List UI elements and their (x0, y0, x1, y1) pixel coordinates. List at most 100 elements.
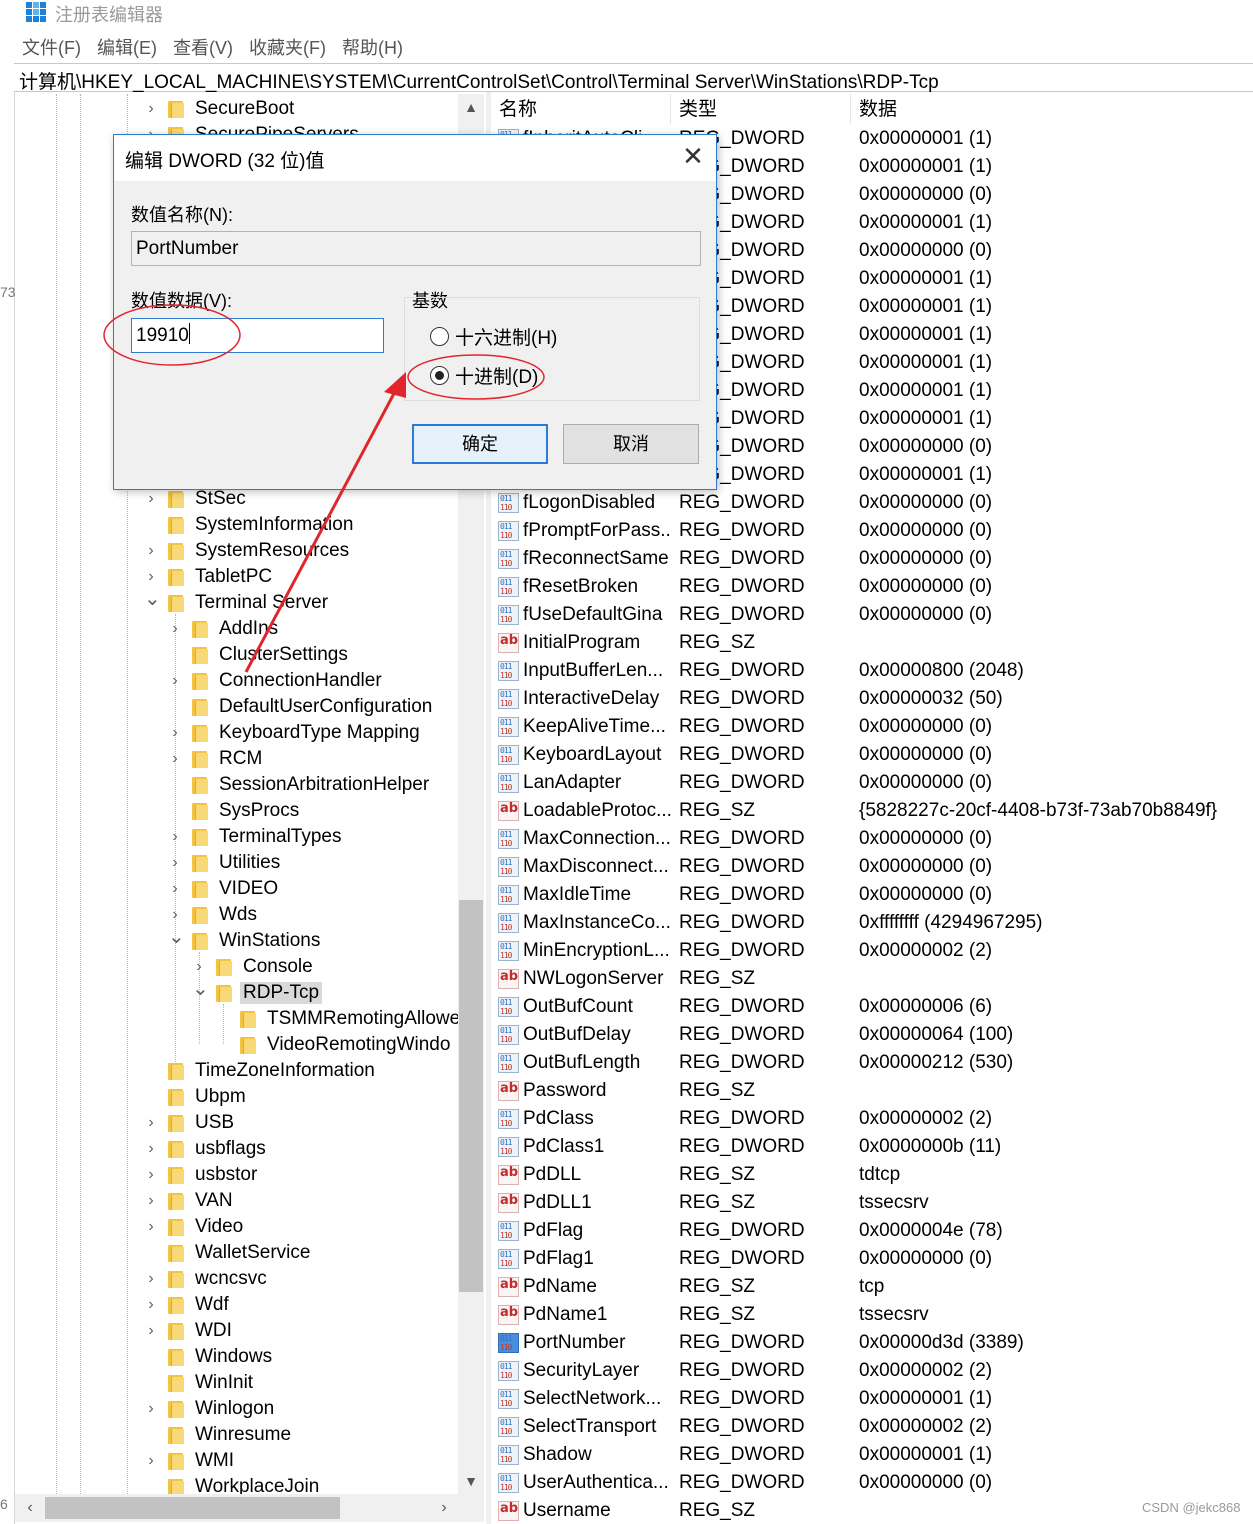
list-item[interactable]: NWLogonServer REG_SZ (491, 965, 1253, 993)
list-item[interactable]: SelectTransport REG_DWORD 0x00000002 (2) (491, 1413, 1253, 1441)
column-header-type[interactable]: 类型 (671, 94, 851, 124)
tree-item[interactable]: ›TSMMRemotingAllowe (216, 1006, 458, 1032)
tree-item[interactable]: ›ClusterSettings (168, 642, 351, 668)
list-item[interactable]: fPromptForPass... REG_DWORD 0x00000000 (0) (491, 517, 1253, 545)
address-path[interactable]: 计算机\HKEY_LOCAL_MACHINE\SYSTEM\CurrentCon… (19, 67, 939, 94)
tree-item[interactable]: › KeyboardType Mapping (168, 720, 423, 746)
list-item[interactable]: PdDLL REG_SZ tdtcp (491, 1161, 1253, 1189)
list-item[interactable]: MaxIdleTime REG_DWORD 0x00000000 (0) (491, 881, 1253, 909)
tree-item[interactable]: › SecureBoot (144, 96, 297, 122)
cancel-button[interactable]: 取消 (563, 424, 699, 464)
chevron-right-icon[interactable]: › (144, 1297, 158, 1313)
tree-item[interactable]: › ConnectionHandler (168, 668, 385, 694)
tree-item[interactable]: › Console (192, 954, 316, 980)
scroll-left-icon[interactable]: ‹ (17, 1494, 43, 1522)
address-bar[interactable]: 计算机\HKEY_LOCAL_MACHINE\SYSTEM\CurrentCon… (14, 63, 1253, 94)
tree-item[interactable]: ›Windows (144, 1344, 275, 1370)
chevron-right-icon[interactable]: › (144, 491, 158, 507)
list-item[interactable]: UserAuthentica... REG_DWORD 0x00000000 (0) (491, 1469, 1253, 1497)
tree-item[interactable]: › Wds (168, 902, 260, 928)
chevron-right-icon[interactable]: › (144, 1219, 158, 1235)
list-item[interactable]: Password REG_SZ (491, 1077, 1253, 1105)
tree-item[interactable]: ›Winresume (144, 1422, 294, 1448)
chevron-right-icon[interactable]: › (168, 855, 182, 871)
tree-item[interactable]: ⌄ RDP-Tcp (192, 979, 323, 1006)
tree-item[interactable]: › TerminalTypes (168, 824, 345, 850)
list-item[interactable]: InitialProgram REG_SZ (491, 629, 1253, 657)
close-icon[interactable]: ✕ (680, 143, 706, 169)
tree-item[interactable]: › wcncsvc (144, 1266, 270, 1292)
radio-dec-circle[interactable] (430, 366, 449, 385)
chevron-right-icon[interactable]: › (144, 1271, 158, 1287)
list-item[interactable]: SelectNetwork... REG_DWORD 0x00000001 (1) (491, 1385, 1253, 1413)
radio-hex-circle[interactable] (430, 327, 449, 346)
tree-item[interactable]: ›TimeZoneInformation (144, 1058, 378, 1084)
list-item[interactable]: Shadow REG_DWORD 0x00000001 (1) (491, 1441, 1253, 1469)
list-item[interactable]: PdClass REG_DWORD 0x00000002 (2) (491, 1105, 1253, 1133)
list-item[interactable]: PdFlag REG_DWORD 0x0000004e (78) (491, 1217, 1253, 1245)
chevron-right-icon[interactable]: › (144, 1401, 158, 1417)
list-item[interactable]: fResetBroken REG_DWORD 0x00000000 (0) (491, 573, 1253, 601)
radio-hexadecimal[interactable]: 十六进制(H) (430, 323, 557, 350)
tree-item[interactable]: ›WorkplaceJoin (144, 1474, 322, 1494)
chevron-down-icon[interactable]: ⌄ (192, 979, 209, 1000)
tree-item[interactable]: ⌄ Terminal Server (144, 589, 331, 616)
chevron-right-icon[interactable]: › (168, 829, 182, 845)
menu-file[interactable]: 文件(F) (14, 34, 89, 62)
tree-item[interactable]: ›WinInit (144, 1370, 256, 1396)
list-item[interactable]: OutBufDelay REG_DWORD 0x00000064 (100) (491, 1021, 1253, 1049)
value-name-field[interactable]: PortNumber (131, 231, 701, 266)
tree-item[interactable]: › RCM (168, 746, 265, 772)
tree-item[interactable]: › Wdf (144, 1292, 232, 1318)
scroll-up-icon[interactable]: ▲ (458, 94, 484, 120)
tree-horizontal-scrollbar[interactable]: ‹ › (15, 1494, 484, 1522)
ok-button[interactable]: 确定 (412, 424, 548, 464)
chevron-right-icon[interactable]: › (168, 907, 182, 923)
chevron-right-icon[interactable]: › (144, 1323, 158, 1339)
chevron-right-icon[interactable]: › (144, 101, 158, 117)
list-item[interactable]: fLogonDisabled REG_DWORD 0x00000000 (0) (491, 489, 1253, 517)
tree-item[interactable]: ⌄ WinStations (168, 927, 323, 954)
menu-help[interactable]: 帮助(H) (334, 34, 411, 62)
tree-item[interactable]: › WMI (144, 1448, 237, 1474)
chevron-right-icon[interactable]: › (144, 1167, 158, 1183)
chevron-right-icon[interactable]: › (168, 621, 182, 637)
list-item[interactable]: PdClass1 REG_DWORD 0x0000000b (11) (491, 1133, 1253, 1161)
list-item[interactable]: Username REG_SZ (491, 1497, 1253, 1524)
tree-item[interactable]: ›SystemInformation (144, 512, 356, 538)
tree-item[interactable]: ›Ubpm (144, 1084, 249, 1110)
chevron-right-icon[interactable]: › (168, 881, 182, 897)
list-item[interactable]: PdFlag1 REG_DWORD 0x00000000 (0) (491, 1245, 1253, 1273)
chevron-right-icon[interactable]: › (144, 569, 158, 585)
list-item[interactable]: OutBufLength REG_DWORD 0x00000212 (530) (491, 1049, 1253, 1077)
list-item[interactable]: PdDLL1 REG_SZ tssecsrv (491, 1189, 1253, 1217)
scroll-right-icon[interactable]: › (431, 1494, 457, 1522)
menu-favorites[interactable]: 收藏夹(F) (241, 34, 334, 62)
list-item[interactable]: MaxConnection... REG_DWORD 0x00000000 (0) (491, 825, 1253, 853)
tree-item[interactable]: › Video (144, 1214, 246, 1240)
tree-item[interactable]: › TabletPC (144, 564, 275, 590)
chevron-down-icon[interactable]: ⌄ (144, 589, 161, 610)
value-data-input[interactable]: 19910 (131, 318, 384, 353)
chevron-right-icon[interactable]: › (144, 1115, 158, 1131)
tree-item[interactable]: ›SysProcs (168, 798, 302, 824)
chevron-right-icon[interactable]: › (168, 751, 182, 767)
chevron-right-icon[interactable]: › (192, 959, 206, 975)
tree-item[interactable]: › VAN (144, 1188, 236, 1214)
tree-item[interactable]: ›VideoRemotingWindo (216, 1032, 453, 1058)
tree-item[interactable]: › Utilities (168, 850, 283, 876)
chevron-right-icon[interactable]: › (144, 543, 158, 559)
tree-hscroll-thumb[interactable] (45, 1497, 340, 1519)
tree-item[interactable]: › AddIns (168, 616, 281, 642)
list-item[interactable]: KeyboardLayout REG_DWORD 0x00000000 (0) (491, 741, 1253, 769)
list-item[interactable]: OutBufCount REG_DWORD 0x00000006 (6) (491, 993, 1253, 1021)
chevron-right-icon[interactable]: › (144, 1141, 158, 1157)
list-item[interactable]: LoadableProtoc... REG_SZ {5828227c-20cf-44… (491, 797, 1253, 825)
tree-item[interactable]: › Winlogon (144, 1396, 277, 1422)
column-header-data[interactable]: 数据 (851, 94, 1253, 124)
chevron-right-icon[interactable]: › (144, 1453, 158, 1469)
scroll-down-icon[interactable]: ▼ (458, 1468, 484, 1494)
tree-item[interactable]: › USB (144, 1110, 237, 1136)
list-item[interactable]: MinEncryptionL... REG_DWORD 0x00000002 (2) (491, 937, 1253, 965)
list-item[interactable]: fReconnectSame REG_DWORD 0x00000000 (0) (491, 545, 1253, 573)
